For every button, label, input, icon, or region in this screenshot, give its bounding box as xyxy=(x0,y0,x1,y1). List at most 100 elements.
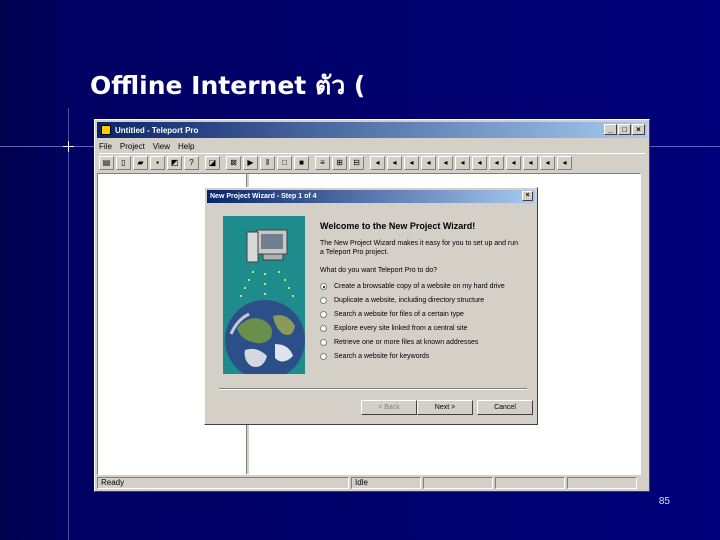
option-explore-sites[interactable]: Explore every site linked from a central… xyxy=(320,325,467,332)
nav-button-9[interactable]: ◂ xyxy=(506,155,521,170)
menu-help[interactable]: Help xyxy=(178,142,194,151)
radio-button[interactable] xyxy=(320,353,327,360)
arrow-left-icon: ◂ xyxy=(562,158,567,167)
pause-button[interactable]: ‖ xyxy=(260,155,275,170)
slide-title: Offline Internet ตัว ( xyxy=(90,66,365,106)
computer-globe-icon xyxy=(225,229,305,374)
new-project-button[interactable]: ▯ xyxy=(116,155,131,170)
wizard-title: New Project Wizard - Step 1 of 4 xyxy=(210,193,317,200)
properties-icon: ▤ xyxy=(102,158,111,167)
wizard-divider xyxy=(219,388,527,390)
next-button[interactable]: Next > xyxy=(417,400,473,415)
arrow-left-icon: ◂ xyxy=(477,158,482,167)
option-label: Retrieve one or more files at known addr… xyxy=(334,339,479,346)
wizard-titlebar[interactable]: New Project Wizard - Step 1 of 4 × xyxy=(207,190,535,203)
stop-icon: ■ xyxy=(299,158,304,167)
close-button[interactable]: × xyxy=(632,124,645,135)
nav-button-12[interactable]: ◂ xyxy=(557,155,572,170)
nav-button-10[interactable]: ◂ xyxy=(523,155,538,170)
open-project-button[interactable]: ▰ xyxy=(133,155,148,170)
list-icon: ≡ xyxy=(320,158,325,167)
nav-button-5[interactable]: ◂ xyxy=(438,155,453,170)
option-label: Search a website for keywords xyxy=(334,353,430,360)
help-button[interactable]: ? xyxy=(184,155,199,170)
slide-guide-line-vertical xyxy=(68,108,69,540)
project-properties-button[interactable]: ◪ xyxy=(205,155,220,170)
arrow-left-icon: ◂ xyxy=(494,158,499,167)
wizard-description: The New Project Wizard makes it easy for… xyxy=(320,240,519,256)
stop-outline-icon: □ xyxy=(282,158,287,167)
new-document-icon: ▯ xyxy=(121,158,126,167)
radio-button[interactable] xyxy=(320,311,327,318)
radio-button[interactable] xyxy=(320,325,327,332)
details-icon: ⊟ xyxy=(353,158,360,167)
menu-view[interactable]: View xyxy=(153,142,170,151)
option-search-files[interactable]: Search a website for files of a certain … xyxy=(320,311,464,318)
details-view-button[interactable]: ⊟ xyxy=(349,155,364,170)
option-label: Duplicate a website, including directory… xyxy=(334,297,485,304)
wizard-icon: ◩ xyxy=(170,158,179,167)
arrow-left-icon: ◂ xyxy=(545,158,550,167)
toolbar: ▤ ▯ ▰ ▪ ◩ ? ◪ ⊠ ▶ ‖ □ ■ ≡ ⊞ ⊟ ◂ ◂ ◂ ◂ ◂ … xyxy=(99,153,645,171)
start-button[interactable]: ▶ xyxy=(243,155,258,170)
open-folder-icon: ▰ xyxy=(137,158,144,167)
option-duplicate-website[interactable]: Duplicate a website, including directory… xyxy=(320,297,484,304)
help-icon: ? xyxy=(189,158,194,167)
slide-left-band xyxy=(0,0,68,540)
save-project-button[interactable]: ▪ xyxy=(150,155,165,170)
wizard-heading: Welcome to the New Project Wizard! xyxy=(320,221,476,231)
halt-button[interactable]: ■ xyxy=(294,155,309,170)
status-bar: Ready Idle xyxy=(97,477,647,490)
nav-button-6[interactable]: ◂ xyxy=(455,155,470,170)
scan-button[interactable]: ⊠ xyxy=(226,155,241,170)
window-controls: _ □ × xyxy=(604,124,645,135)
radio-button[interactable] xyxy=(320,297,327,304)
minimize-button[interactable]: _ xyxy=(604,124,617,135)
arrow-left-icon: ◂ xyxy=(528,158,533,167)
properties-tool-button[interactable]: ▤ xyxy=(99,155,114,170)
status-ready: Ready xyxy=(97,477,349,489)
arrow-left-icon: ◂ xyxy=(460,158,465,167)
nav-button-4[interactable]: ◂ xyxy=(421,155,436,170)
back-button[interactable]: < Back xyxy=(361,400,417,415)
option-browsable-copy[interactable]: Create a browsable copy of a website on … xyxy=(320,283,505,290)
status-idle: Idle xyxy=(351,477,421,489)
stop-button[interactable]: □ xyxy=(277,155,292,170)
slide-title-text: Offline Internet xyxy=(90,71,307,100)
save-disk-icon: ▪ xyxy=(156,158,159,167)
wizard-illustration xyxy=(223,216,305,374)
new-wizard-button[interactable]: ◩ xyxy=(167,155,182,170)
arrow-left-icon: ◂ xyxy=(375,158,380,167)
cancel-button[interactable]: Cancel xyxy=(477,400,533,415)
tree-view-button[interactable]: ⊞ xyxy=(332,155,347,170)
nav-button-1[interactable]: ◂ xyxy=(370,155,385,170)
radio-button[interactable] xyxy=(320,339,327,346)
option-label: Explore every site linked from a central… xyxy=(334,325,468,332)
wizard-close-button[interactable]: × xyxy=(522,191,533,201)
app-title: Untitled - Teleport Pro xyxy=(115,125,199,135)
option-search-keywords[interactable]: Search a website for keywords xyxy=(320,353,429,360)
menu-project[interactable]: Project xyxy=(120,142,145,151)
grid-icon: ⊞ xyxy=(336,158,343,167)
nav-button-3[interactable]: ◂ xyxy=(404,155,419,170)
scan-icon: ⊠ xyxy=(230,158,237,167)
option-label: Search a website for files of a certain … xyxy=(334,311,464,318)
arrow-left-icon: ◂ xyxy=(511,158,516,167)
option-retrieve-files[interactable]: Retrieve one or more files at known addr… xyxy=(320,339,478,346)
radio-button-selected[interactable] xyxy=(320,283,327,290)
arrow-left-icon: ◂ xyxy=(409,158,414,167)
menu-file[interactable]: File xyxy=(99,142,112,151)
status-cell-empty-1 xyxy=(423,477,493,489)
arrow-left-icon: ◂ xyxy=(392,158,397,167)
maximize-button[interactable]: □ xyxy=(618,124,631,135)
wizard-question: What do you want Teleport Pro to do? xyxy=(320,267,437,274)
nav-button-2[interactable]: ◂ xyxy=(387,155,402,170)
status-cell-empty-3 xyxy=(567,477,637,489)
nav-button-8[interactable]: ◂ xyxy=(489,155,504,170)
app-titlebar[interactable]: Untitled - Teleport Pro _ □ × xyxy=(97,122,647,138)
slide-title-suffix: ตัว ( xyxy=(314,71,366,100)
nav-button-11[interactable]: ◂ xyxy=(540,155,555,170)
option-label: Create a browsable copy of a website on … xyxy=(334,283,505,290)
nav-button-7[interactable]: ◂ xyxy=(472,155,487,170)
list-view-button[interactable]: ≡ xyxy=(315,155,330,170)
